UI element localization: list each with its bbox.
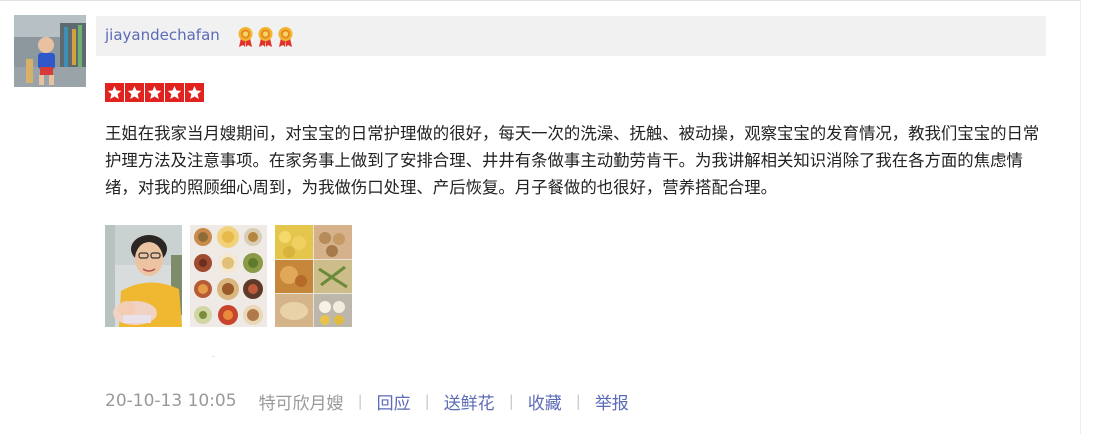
top-divider — [0, 0, 1080, 1]
separator: | — [424, 392, 430, 410]
star-icon — [125, 83, 144, 102]
reply-link[interactable]: 回应 — [377, 389, 411, 414]
send-flowers-link[interactable]: 送鲜花 — [444, 389, 495, 414]
review-card: jiayandechafan 王姐在我家当月嫂期间，对宝宝的日常护理做的很好，每… — [0, 0, 1097, 434]
review-meta: 20-10-13 10:05 特可欣月嫂 | 回应 | 送鲜花 | 收藏 | 举… — [105, 389, 629, 414]
star-icon — [105, 83, 124, 102]
review-author: 特可欣月嫂 — [258, 393, 344, 414]
divider-mark — [212, 356, 215, 357]
photo-list — [105, 225, 352, 327]
photo-meal-collage-1[interactable] — [190, 225, 267, 327]
medal-icon — [238, 27, 253, 47]
separator: | — [575, 392, 581, 410]
rating-stars — [105, 83, 204, 102]
separator: | — [508, 392, 514, 410]
medal-icon — [278, 27, 293, 47]
review-date: 20-10-13 10:05 — [105, 391, 237, 411]
medal-list — [236, 26, 295, 48]
favorite-link[interactable]: 收藏 — [528, 389, 562, 414]
review-header: jiayandechafan — [96, 16, 1046, 56]
star-icon — [145, 83, 164, 102]
separator: | — [357, 392, 363, 410]
photo-mother-baby[interactable] — [105, 225, 182, 327]
review-text: 王姐在我家当月嫂期间，对宝宝的日常护理做的很好，每天一次的洗澡、抚触、被动操，观… — [105, 124, 1040, 197]
avatar[interactable] — [14, 15, 86, 87]
photo-meal-collage-2[interactable] — [275, 225, 352, 327]
medal-icon — [258, 27, 273, 47]
star-icon — [185, 83, 204, 102]
report-link[interactable]: 举报 — [595, 389, 629, 414]
username-link[interactable]: jiayandechafan — [105, 25, 220, 45]
star-icon — [165, 83, 184, 102]
right-divider — [1080, 0, 1081, 434]
